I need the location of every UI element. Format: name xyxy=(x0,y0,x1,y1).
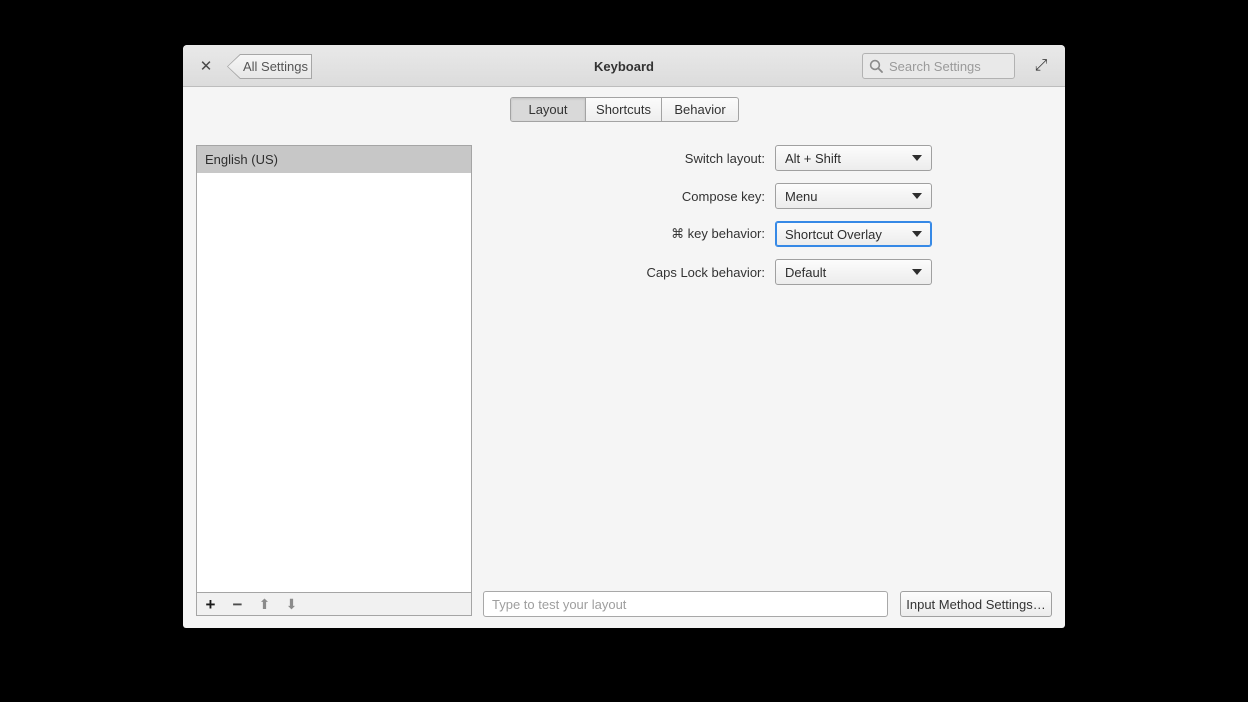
maximize-icon: ⤢ xyxy=(1034,57,1048,74)
remove-layout-button[interactable]: − xyxy=(224,593,251,615)
tab-shortcuts[interactable]: Shortcuts xyxy=(586,98,662,121)
cmd-key-behavior-label: ⌘ key behavior: xyxy=(671,226,765,241)
move-up-button[interactable]: ⬆ xyxy=(251,593,278,615)
all-settings-button[interactable]: All Settings xyxy=(227,54,312,79)
option-row-compose-key: Compose key: Menu xyxy=(183,183,932,209)
settings-window: ✕ All Settings Keyboard ⤢ Layout Shortcu… xyxy=(183,45,1065,628)
caps-lock-behavior-value: Default xyxy=(785,264,827,280)
caps-lock-behavior-label: Caps Lock behavior: xyxy=(646,264,765,280)
plus-icon: + xyxy=(205,594,216,614)
arrow-up-icon: ⬆ xyxy=(258,596,271,612)
arrow-down-icon: ⬇ xyxy=(285,596,298,612)
add-layout-button[interactable]: + xyxy=(197,593,224,615)
caps-lock-behavior-dropdown[interactable]: Default xyxy=(775,259,932,285)
keyboard-layout-list: English (US) xyxy=(196,145,472,593)
compose-key-value: Menu xyxy=(785,188,818,204)
layout-list-toolbar: + − ⬆ ⬇ xyxy=(196,592,472,616)
chevron-down-icon xyxy=(912,193,922,199)
option-row-switch-layout: Switch layout: Alt + Shift xyxy=(183,145,932,171)
maximize-button[interactable]: ⤢ xyxy=(1025,52,1057,80)
compose-key-label: Compose key: xyxy=(681,188,765,204)
tab-bar: Layout Shortcuts Behavior xyxy=(510,97,739,122)
search-input[interactable] xyxy=(889,58,1008,74)
cmd-key-behavior-value: Shortcut Overlay xyxy=(785,226,882,242)
minus-icon: − xyxy=(232,594,243,614)
compose-key-dropdown[interactable]: Menu xyxy=(775,183,932,209)
headerbar: ✕ All Settings Keyboard ⤢ xyxy=(183,45,1065,87)
option-row-cmd-key-behavior: ⌘ key behavior: Shortcut Overlay xyxy=(183,221,932,247)
chevron-down-icon xyxy=(912,269,922,275)
input-method-settings-button[interactable]: Input Method Settings… xyxy=(900,591,1052,617)
move-down-button[interactable]: ⬇ xyxy=(278,593,305,615)
chevron-down-icon xyxy=(912,155,922,161)
switch-layout-label: Switch layout: xyxy=(684,150,765,166)
switch-layout-value: Alt + Shift xyxy=(785,150,841,166)
chevron-down-icon xyxy=(912,231,922,237)
switch-layout-dropdown[interactable]: Alt + Shift xyxy=(775,145,932,171)
close-button[interactable]: ✕ xyxy=(193,52,219,80)
close-icon: ✕ xyxy=(199,58,213,75)
tab-behavior[interactable]: Behavior xyxy=(662,98,738,121)
layout-test-entry xyxy=(483,591,888,617)
search-box[interactable] xyxy=(862,53,1015,79)
search-icon xyxy=(869,59,883,73)
option-row-caps-lock-behavior: Caps Lock behavior: Default xyxy=(183,259,932,285)
back-button-label: All Settings xyxy=(242,59,309,74)
layout-test-input[interactable] xyxy=(492,596,879,612)
tab-layout[interactable]: Layout xyxy=(511,98,586,121)
cmd-key-behavior-dropdown[interactable]: Shortcut Overlay xyxy=(775,221,932,247)
